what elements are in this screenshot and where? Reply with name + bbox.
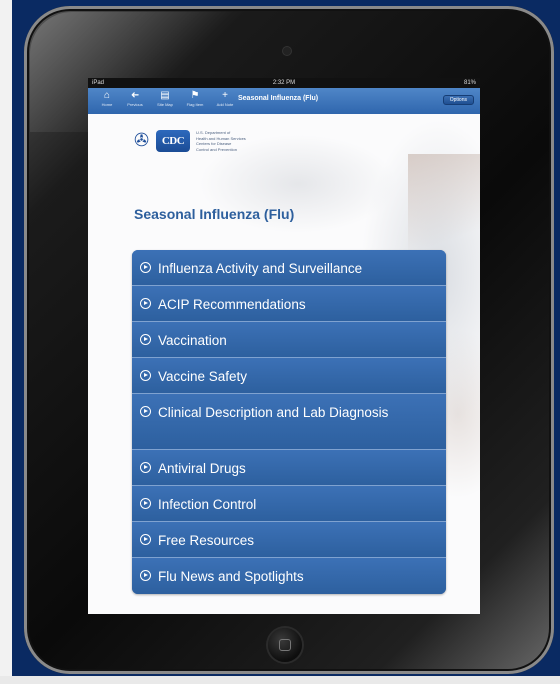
previous-button[interactable]: ➜ Previous <box>122 90 148 112</box>
menu-item-label: Antiviral Drugs <box>158 461 246 476</box>
circle-arrow-icon <box>140 370 151 381</box>
department-text: U.S. Department of Health and Human Serv… <box>196 130 286 152</box>
doctor-coat-image <box>408 154 480 264</box>
back-arrow-icon: ➜ <box>130 90 140 101</box>
home-button[interactable]: ⌂ Home <box>94 90 120 112</box>
camera-icon <box>283 47 291 55</box>
menu-item-surveillance[interactable]: Influenza Activity and Surveillance <box>132 250 446 286</box>
menu-item-free-resources[interactable]: Free Resources <box>132 522 446 558</box>
add-icon: + <box>222 90 228 101</box>
menu-item-label: Vaccination <box>158 333 227 348</box>
battery-level: 81% <box>463 80 476 86</box>
status-bar: iPad 2:32 PM 81% <box>88 78 480 88</box>
menu-item-label: Flu News and Spotlights <box>158 569 304 584</box>
flag-icon: ⚑ <box>190 90 200 101</box>
hhs-seal-icon: ✇ <box>134 130 150 150</box>
circle-arrow-icon <box>140 334 151 345</box>
navigation-bar: ⌂ Home ➜ Previous ▤ Site Map ⚑ Flag Item… <box>88 88 480 115</box>
menu-item-label: Free Resources <box>158 533 255 548</box>
menu-item-label: Influenza Activity and Surveillance <box>158 261 363 276</box>
add-note-button-label: Add Note <box>216 102 234 107</box>
add-note-button[interactable]: + Add Note <box>212 90 238 112</box>
previous-button-label: Previous <box>127 102 143 107</box>
menu-item-vaccination[interactable]: Vaccination <box>132 322 446 358</box>
status-time: 2:32 PM <box>272 80 296 86</box>
page-title: Seasonal Influenza (Flu) <box>134 206 295 222</box>
menu-item-antiviral[interactable]: Antiviral Drugs <box>132 450 446 486</box>
menu-item-acip[interactable]: ACIP Recommendations <box>132 286 446 322</box>
device-screen: iPad 2:32 PM 81% ⌂ Home ➜ Previous ▤ Sit… <box>88 78 480 614</box>
home-button-label: Home <box>101 102 113 107</box>
cdc-logo[interactable]: CDC <box>156 130 190 152</box>
site-map-button-label: Site Map <box>157 102 173 107</box>
nav-title: Seasonal Influenza (Flu) <box>238 95 319 102</box>
bottom-border <box>0 676 560 684</box>
menu-item-flu-news[interactable]: Flu News and Spotlights <box>132 558 446 594</box>
home-hardware-button[interactable] <box>268 628 302 662</box>
circle-arrow-icon <box>140 262 151 273</box>
home-icon: ⌂ <box>103 90 111 101</box>
menu-item-label: ACIP Recommendations <box>158 297 306 312</box>
department-line: Control and Prevention <box>196 146 237 152</box>
site-map-button[interactable]: ▤ Site Map <box>152 90 178 112</box>
topic-menu: Influenza Activity and Surveillance ACIP… <box>132 250 446 594</box>
menu-item-label: Clinical Description and Lab Diagnosis <box>158 405 389 420</box>
options-button[interactable]: Options <box>442 95 474 105</box>
menu-item-infection-control[interactable]: Infection Control <box>132 486 446 522</box>
sitemap-icon: ▤ <box>160 90 170 101</box>
circle-arrow-icon <box>140 298 151 309</box>
menu-item-label: Vaccine Safety <box>158 369 248 384</box>
menu-item-vaccine-safety[interactable]: Vaccine Safety <box>132 358 446 394</box>
circle-arrow-icon <box>140 406 151 417</box>
circle-arrow-icon <box>140 534 151 545</box>
left-border <box>0 0 12 684</box>
flag-button[interactable]: ⚑ Flag Item <box>182 90 208 112</box>
menu-item-label: Infection Control <box>158 497 257 512</box>
flag-button-label: Flag Item <box>186 102 204 107</box>
circle-arrow-icon <box>140 570 151 581</box>
circle-arrow-icon <box>140 498 151 509</box>
menu-item-clinical[interactable]: Clinical Description and Lab Diagnosis <box>132 394 446 450</box>
circle-arrow-icon <box>140 462 151 473</box>
home-square-icon <box>279 639 291 651</box>
